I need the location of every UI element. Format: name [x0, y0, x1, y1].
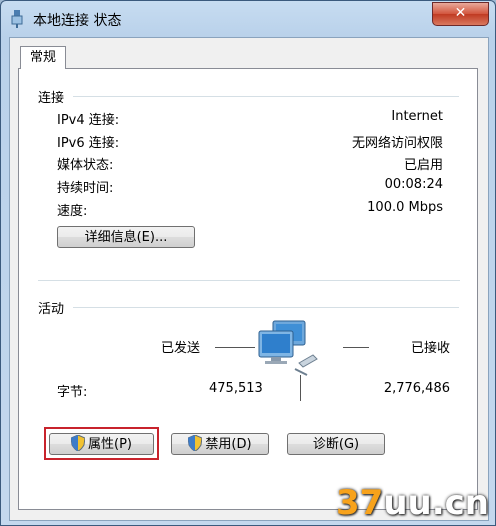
connection-heading: 连接 — [38, 91, 65, 106]
ipv6-value: 无网络访问权限 — [351, 136, 443, 151]
activity-separator — [73, 307, 459, 308]
media-state-row: 媒体状态: 已启用 — [57, 154, 443, 174]
window-title: 本地连接 状态 — [33, 13, 122, 29]
activity-heading: 活动 — [38, 302, 65, 317]
close-button[interactable]: ✕ — [432, 2, 489, 26]
details-button[interactable]: 详细信息(E)... — [57, 226, 195, 248]
speed-value: 100.0 Mbps — [367, 200, 443, 215]
bytes-sent-value: 475,513 — [209, 381, 263, 396]
watermark-prefix: 37 — [335, 483, 384, 523]
activity-divider — [300, 375, 301, 401]
ipv4-label: IPv4 连接: — [57, 113, 120, 128]
speed-row: 速度: 100.0 Mbps — [57, 200, 443, 220]
sent-line — [215, 347, 255, 348]
media-state-value: 已启用 — [403, 158, 443, 173]
dialog-client: 常规 连接 IPv4 连接: Internet IPv6 连接: 无网络访问权限… — [9, 37, 489, 521]
disable-button[interactable]: 禁用(D) — [171, 433, 269, 455]
network-computers-icon — [258, 320, 318, 376]
title-bar[interactable]: 本地连接 状态 ✕ — [1, 1, 495, 37]
ipv6-label: IPv6 连接: — [57, 136, 120, 151]
status-window: 本地连接 状态 ✕ 常规 连接 IPv4 连接: Internet IPv6 连… — [0, 0, 496, 526]
ipv4-row: IPv4 连接: Internet — [57, 109, 443, 129]
media-state-label: 媒体状态: — [57, 158, 114, 173]
disable-button-label: 禁用(D) — [205, 437, 252, 452]
speed-label: 速度: — [57, 204, 88, 219]
diagnose-button[interactable]: 诊断(G) — [287, 433, 385, 455]
bytes-received-value: 2,776,486 — [383, 381, 450, 396]
duration-label: 持续时间: — [57, 181, 114, 196]
network-adapter-icon — [11, 10, 23, 28]
received-line — [343, 347, 369, 348]
duration-value: 00:08:24 — [384, 177, 443, 192]
duration-row: 持续时间: 00:08:24 — [57, 177, 443, 197]
watermark-suffix: uu.cn — [383, 483, 489, 523]
sent-label: 已发送 — [161, 341, 201, 356]
received-label: 已接收 — [410, 341, 450, 356]
uac-shield-icon — [188, 435, 203, 451]
tab-general[interactable]: 常规 — [20, 46, 66, 69]
general-panel: 连接 IPv4 连接: Internet IPv6 连接: 无网络访问权限 媒体… — [18, 68, 478, 510]
ipv6-row: IPv6 连接: 无网络访问权限 — [57, 132, 443, 152]
bytes-label: 字节: — [57, 385, 88, 400]
ipv4-value: Internet — [391, 109, 443, 124]
group-divider — [38, 280, 460, 281]
connection-separator — [73, 96, 459, 97]
site-watermark: 37uu.cn — [336, 483, 489, 523]
properties-highlight-box — [44, 427, 159, 460]
